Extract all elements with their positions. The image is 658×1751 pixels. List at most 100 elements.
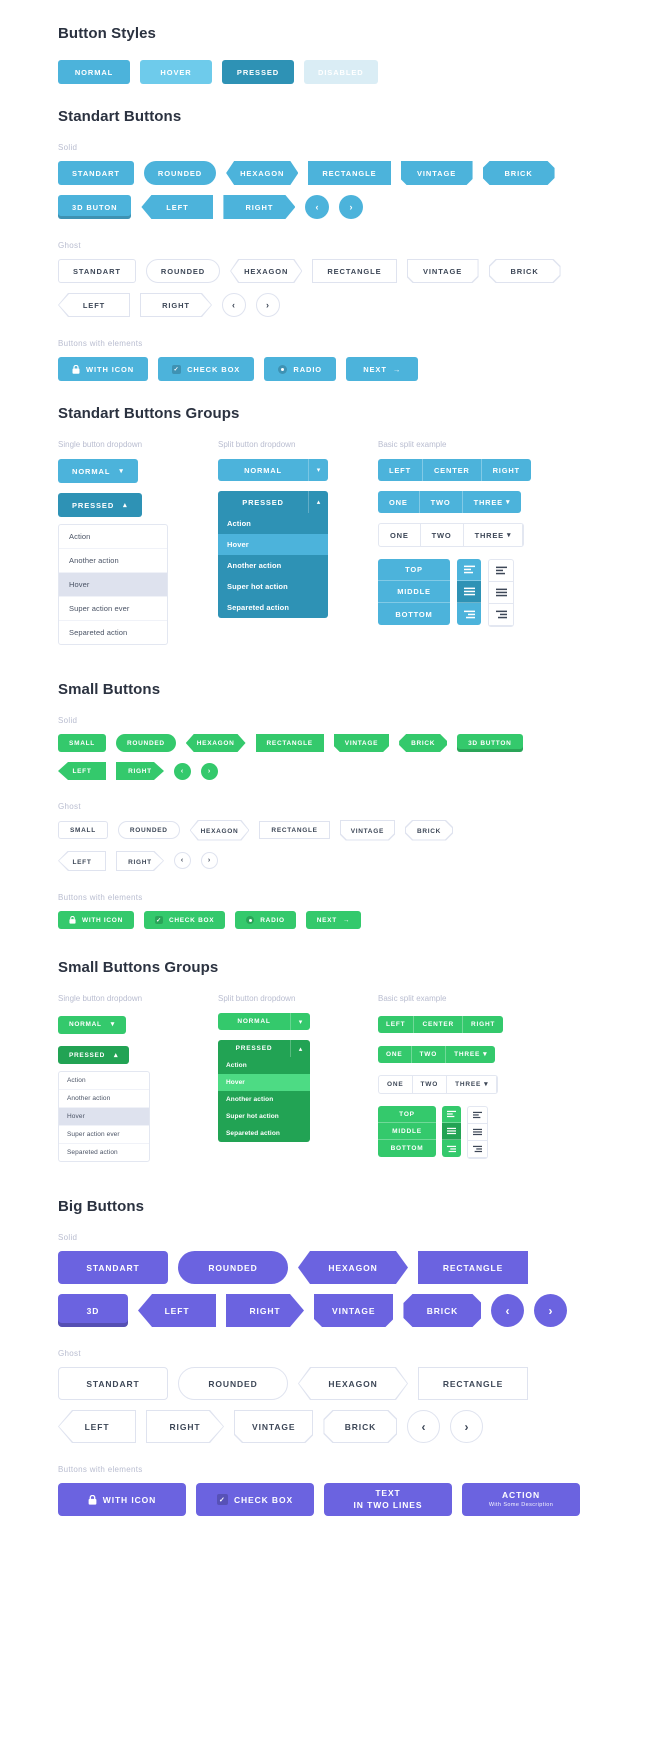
btn-left[interactable]: LEFT [141,195,214,219]
small-menu-item-action[interactable]: Action [59,1072,149,1090]
btn-big-rectangle[interactable]: RECTANGLE [418,1251,528,1284]
small-align-left-button[interactable] [442,1106,461,1123]
btn-standart[interactable]: STANDART [58,161,134,185]
small-split-pressed-caret[interactable]: ▴ [290,1040,310,1057]
align-right-ghost-button[interactable] [489,604,513,626]
btn-rounded[interactable]: ROUNDED [143,161,217,185]
small-segment-ghost-two[interactable]: TWO [413,1076,448,1093]
split-item-super-hot-action[interactable]: Super hot action [218,576,328,597]
small-menu-item-another-action[interactable]: Another action [59,1090,149,1108]
btn-sm-rounded[interactable]: ROUNDED [116,734,176,752]
segment-left[interactable]: LEFT [378,459,423,481]
small-segment-bottom[interactable]: BOTTOM [378,1140,436,1157]
btn-sm-next-circle[interactable]: › [201,762,218,780]
btn-sm-ghost-hexagon-wrap[interactable]: HEXAGON [190,820,250,841]
btn-big-prev-circle[interactable]: ‹ [491,1294,525,1327]
segment-two[interactable]: TWO [419,491,463,513]
btn-sm-check-box[interactable]: ✓ CHECK BOX [143,911,226,929]
btn-ghost-left[interactable]: LEFT [58,293,130,317]
segment-ghost-one[interactable]: ONE [379,524,421,546]
btn-big-check-box[interactable]: ✓ CHECK BOX [196,1483,314,1516]
menu-item-hover[interactable]: Hover [59,573,167,597]
btn-sm-ghost-left[interactable]: LEFT [58,853,106,871]
small-segment-center[interactable]: CENTER [414,1016,463,1033]
small-split-pressed-button[interactable]: PRESSED ▴ [218,1040,310,1057]
segment-three[interactable]: THREE ▾ [462,491,522,513]
btn-big-ghost-standart[interactable]: STANDART [58,1367,168,1400]
btn-rectangle[interactable]: RECTANGLE [308,161,391,185]
btn-radio[interactable]: RADIO [264,357,337,381]
btn-ghost-left-wrap[interactable]: LEFT [58,293,130,317]
small-segment-ghost-three[interactable]: THREE ▾ [447,1076,498,1093]
btn-sm-ghost-hexagon[interactable]: HEXAGON [190,823,250,841]
btn-big-standart[interactable]: STANDART [58,1251,168,1284]
btn-sm-rectangle[interactable]: RECTANGLE [255,734,324,752]
small-split-item-hover[interactable]: Hover [218,1074,310,1091]
btn-big-ghost-rounded[interactable]: ROUNDED [178,1367,288,1400]
small-dropdown-normal-button[interactable]: NORMAL ▾ [58,1015,126,1034]
split-item-another-action[interactable]: Another action [218,555,328,576]
btn-sm-ghost-vintage[interactable]: VINTAGE [340,823,395,841]
button-normal[interactable]: NORMAL [58,60,130,84]
btn-ghost-brick-wrap[interactable]: BRICK [489,259,561,283]
btn-ghost-next-circle[interactable]: › [256,293,280,317]
segment-ghost-three[interactable]: THREE ▾ [464,524,524,546]
btn-sm-right[interactable]: RIGHT [116,762,164,780]
btn-big-action[interactable]: ACTION With Some Description [462,1483,580,1516]
split-pressed-caret[interactable]: ▴ [308,491,328,513]
btn-sm-with-icon[interactable]: WITH ICON [58,911,134,929]
split-item-action[interactable]: Action [218,513,328,534]
button-disabled[interactable]: DISABLED [304,60,378,84]
btn-ghost-right[interactable]: RIGHT [140,293,212,317]
small-align-right-ghost-button[interactable] [468,1141,487,1158]
btn-big-ghost-vintage-wrap[interactable]: VINTAGE [234,1410,313,1443]
small-menu-item-hover[interactable]: Hover [59,1108,149,1126]
btn-3d[interactable]: 3D BUTON [58,195,132,219]
btn-sm-vintage[interactable]: VINTAGE [334,734,389,752]
btn-big-with-icon[interactable]: WITH ICON [58,1483,186,1516]
btn-right[interactable]: RIGHT [223,195,295,219]
btn-big-ghost-right[interactable]: RIGHT [146,1410,224,1443]
btn-big-left[interactable]: LEFT [138,1294,216,1327]
btn-ghost-brick[interactable]: BRICK [489,259,561,283]
btn-big-ghost-hexagon-wrap[interactable]: HEXAGON [298,1367,408,1400]
segment-ghost-two[interactable]: TWO [421,524,464,546]
small-menu-item-separeted-action[interactable]: Separeted action [59,1144,149,1161]
small-align-justify-button[interactable] [442,1123,461,1140]
btn-sm-ghost-prev-circle[interactable]: ‹ [174,852,191,870]
btn-big-ghost-left[interactable]: LEFT [58,1410,136,1443]
btn-with-icon[interactable]: WITH ICON [58,357,149,381]
segment-top[interactable]: TOP [378,559,450,581]
btn-big-ghost-hexagon[interactable]: HEXAGON [298,1367,408,1400]
btn-vintage[interactable]: VINTAGE [401,161,473,185]
small-align-justify-ghost-button[interactable] [468,1124,487,1141]
btn-sm-small[interactable]: SMALL [58,734,106,752]
split-item-separeted-action[interactable]: Separeted action [218,597,328,618]
button-hover[interactable]: HOVER [140,60,212,84]
btn-ghost-prev-circle[interactable]: ‹ [222,293,246,317]
btn-next-circle[interactable]: › [339,195,364,219]
btn-big-rounded[interactable]: ROUNDED [178,1251,288,1284]
split-pressed-button[interactable]: PRESSED ▴ [218,491,328,513]
align-justify-button[interactable] [457,581,481,603]
btn-sm-radio[interactable]: RADIO [235,911,296,929]
btn-sm-prev-circle[interactable]: ‹ [174,762,191,780]
btn-sm-ghost-small[interactable]: SMALL [58,821,108,840]
btn-sm-ghost-right[interactable]: RIGHT [116,853,164,871]
small-split-item-separeted-action[interactable]: Separeted action [218,1125,310,1142]
menu-item-action[interactable]: Action [59,525,167,549]
split-normal-caret[interactable]: ▾ [308,459,328,481]
menu-item-super-action[interactable]: Super action ever [59,597,167,621]
btn-sm-hexagon[interactable]: HEXAGON [186,734,246,752]
align-left-button[interactable] [457,559,481,581]
segment-one[interactable]: ONE [378,491,420,513]
dropdown-normal-button[interactable]: NORMAL ▾ [58,459,138,483]
btn-ghost-vintage-wrap[interactable]: VINTAGE [407,259,479,283]
segment-center[interactable]: CENTER [422,459,482,481]
btn-sm-ghost-rounded[interactable]: ROUNDED [117,821,180,840]
btn-ghost-rounded[interactable]: ROUNDED [145,259,221,283]
small-split-normal-caret[interactable]: ▾ [290,1013,310,1030]
btn-ghost-hexagon[interactable]: HEXAGON [230,259,302,283]
small-segment-one[interactable]: ONE [378,1046,412,1063]
btn-big-next-circle[interactable]: › [534,1294,568,1327]
